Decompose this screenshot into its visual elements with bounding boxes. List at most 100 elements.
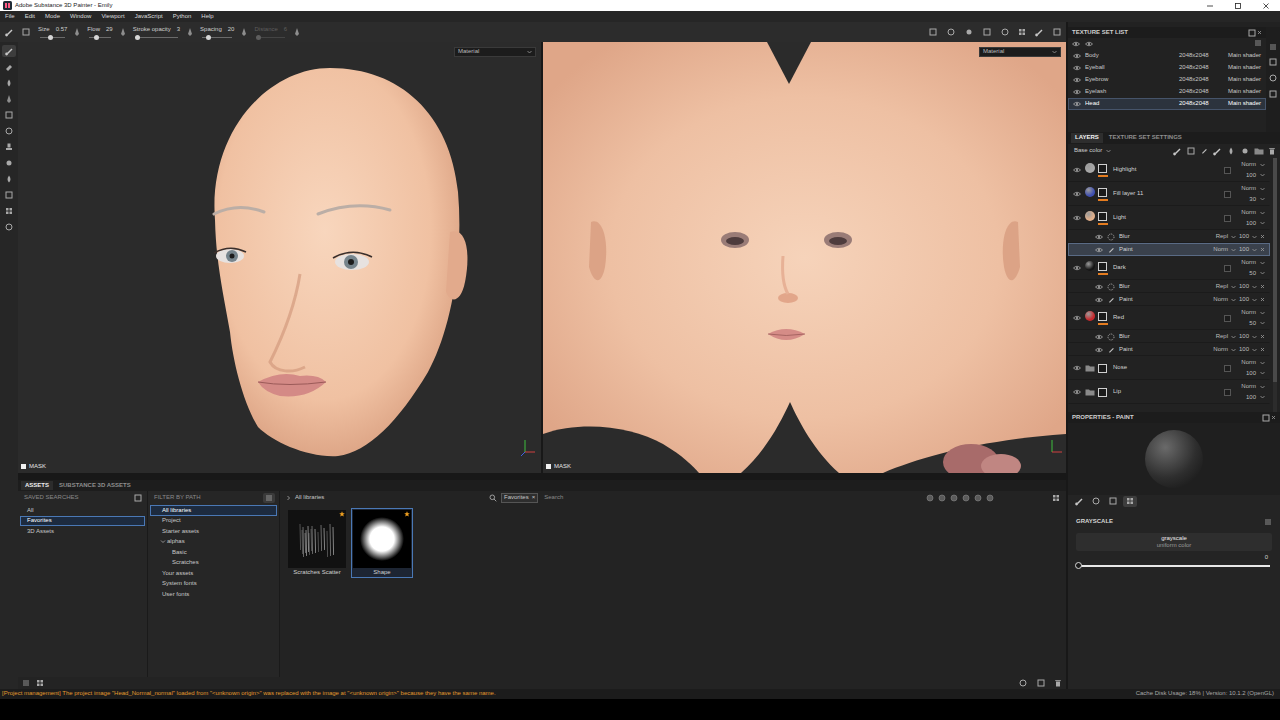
visibility-icon[interactable] (1073, 89, 1081, 95)
menu-item[interactable]: Help (201, 13, 213, 20)
layer-row[interactable]: Fill layer 11Norm30 (1068, 182, 1270, 206)
slider-knob[interactable] (48, 35, 53, 40)
asset-thumbnail[interactable]: Shape (351, 508, 413, 578)
tree-item[interactable]: User fonts (150, 589, 277, 600)
view-tool-icon[interactable] (964, 27, 974, 37)
tool-icon[interactable] (2, 45, 16, 57)
layer-checkbox[interactable] (1224, 389, 1231, 396)
visibility-icon[interactable] (1073, 315, 1081, 321)
uv-viewport[interactable]: MaterialMASK (543, 42, 1066, 473)
tool-option[interactable]: Spacing20 (200, 26, 234, 37)
tree-item[interactable]: Starter assets (150, 526, 277, 537)
tool-icon[interactable] (2, 221, 16, 233)
visibility-icon[interactable] (1073, 265, 1081, 271)
expand-arrow-icon[interactable] (160, 539, 166, 544)
tree-item[interactable]: All libraries (150, 505, 277, 516)
float-icon[interactable] (1261, 413, 1271, 423)
opacity[interactable]: 100 (1246, 172, 1256, 179)
option-value[interactable]: 29 (106, 26, 113, 33)
layer-checkbox[interactable] (1224, 315, 1231, 322)
visibility-icon[interactable] (1073, 389, 1081, 395)
float-icon[interactable] (1247, 28, 1257, 38)
blend-mode[interactable]: Norm (1241, 161, 1256, 168)
blend-mode[interactable]: Repl (1216, 233, 1228, 240)
slider-track[interactable] (40, 37, 65, 38)
pen-pressure-icon[interactable] (241, 27, 247, 37)
tool-icon[interactable] (2, 157, 16, 169)
side-tool-icon[interactable] (1268, 89, 1278, 99)
visibility-icon[interactable] (1073, 101, 1081, 107)
view-tool-icon[interactable] (1000, 27, 1010, 37)
layer-row[interactable]: RedNorm50 (1068, 306, 1270, 330)
option-value[interactable]: 3 (177, 26, 180, 33)
3d-viewport[interactable]: MaterialMASK (18, 42, 541, 473)
visibility-icon[interactable] (1095, 247, 1103, 253)
blend-mode[interactable]: Norm (1241, 309, 1256, 316)
assets-tab[interactable]: ASSETS (21, 481, 53, 490)
tree-item[interactable]: alphas (150, 537, 277, 548)
opacity[interactable]: 100 (1246, 220, 1256, 227)
tree-item[interactable]: Basic (150, 547, 277, 558)
property-tab-icon[interactable] (1089, 496, 1103, 507)
layer-checkbox[interactable] (1224, 191, 1231, 198)
tool-icon[interactable] (2, 109, 16, 121)
opacity[interactable]: 100 (1239, 233, 1249, 240)
slider-knob[interactable] (206, 35, 211, 40)
view-tool-icon[interactable] (928, 27, 938, 37)
property-tab-icon[interactable] (1106, 496, 1120, 507)
option-value[interactable]: 20 (228, 26, 235, 33)
tool-icon[interactable] (2, 173, 16, 185)
view-tool-icon[interactable] (982, 27, 992, 37)
grid-view-icon[interactable] (1052, 494, 1060, 502)
effect-row[interactable]: BlurRepl100 (1068, 230, 1270, 243)
tool-option[interactable]: Size0.57 (38, 26, 67, 37)
display-mode-dropdown[interactable]: Material (454, 47, 536, 57)
slider-knob[interactable] (135, 35, 140, 40)
layer-row[interactable]: DarkNorm50 (1068, 256, 1270, 280)
layer-action-icon[interactable] (1254, 146, 1264, 156)
side-tool-icon[interactable] (1268, 57, 1278, 67)
mask-toggle[interactable]: MASK (546, 463, 571, 470)
remove-icon[interactable] (1260, 284, 1265, 289)
menu-item[interactable]: Edit (25, 13, 35, 20)
scrollbar[interactable] (1273, 158, 1277, 412)
option-value[interactable]: 0.57 (56, 26, 68, 33)
menu-item[interactable]: Mode (45, 13, 60, 20)
view-tool-icon[interactable] (1034, 27, 1044, 37)
tool-icon[interactable] (2, 61, 16, 73)
visibility-icon[interactable] (1073, 365, 1081, 371)
viewport-canvas[interactable] (18, 42, 541, 473)
section-menu-icon[interactable] (1264, 518, 1272, 526)
pen-pressure-icon[interactable] (120, 27, 126, 37)
blend-mode[interactable]: Norm (1213, 346, 1228, 353)
menu-item[interactable]: Python (173, 13, 192, 20)
visibility-icon[interactable] (1072, 41, 1080, 47)
asset-thumbnail[interactable]: Scratches Scatter (286, 508, 348, 578)
layer-checkbox[interactable] (1224, 265, 1231, 272)
maximize-icon[interactable] (1224, 0, 1252, 11)
menu-item[interactable]: Window (70, 13, 91, 20)
layer-row[interactable]: LightNorm100 (1068, 206, 1270, 230)
opacity[interactable]: 50 (1249, 270, 1256, 277)
blend-mode[interactable]: Repl (1216, 333, 1228, 340)
menu-icon[interactable] (1254, 39, 1262, 47)
visibility-icon[interactable] (1095, 334, 1103, 340)
blend-mode[interactable]: Norm (1213, 246, 1228, 253)
list-view-icon[interactable] (22, 679, 30, 687)
search-field[interactable] (542, 494, 842, 501)
remove-icon[interactable] (1260, 297, 1265, 302)
blend-mode[interactable]: Norm (1241, 259, 1256, 266)
filter-toggle-icon[interactable] (263, 493, 275, 503)
effect-row[interactable]: BlurRepl100 (1068, 330, 1270, 343)
filter-icon[interactable] (962, 494, 970, 502)
panel-tab[interactable]: TEXTURE SET SETTINGS (1105, 133, 1186, 142)
opacity[interactable]: 100 (1239, 346, 1249, 353)
view-tool-icon[interactable] (946, 27, 956, 37)
tree-item[interactable]: Your assets (150, 568, 277, 579)
saved-search-item[interactable]: All (20, 505, 145, 516)
opacity[interactable]: 100 (1246, 370, 1256, 377)
opacity[interactable]: 100 (1239, 283, 1249, 290)
close-icon[interactable] (1252, 0, 1280, 11)
layer-checkbox[interactable] (1224, 167, 1231, 174)
layer-checkbox[interactable] (1224, 215, 1231, 222)
